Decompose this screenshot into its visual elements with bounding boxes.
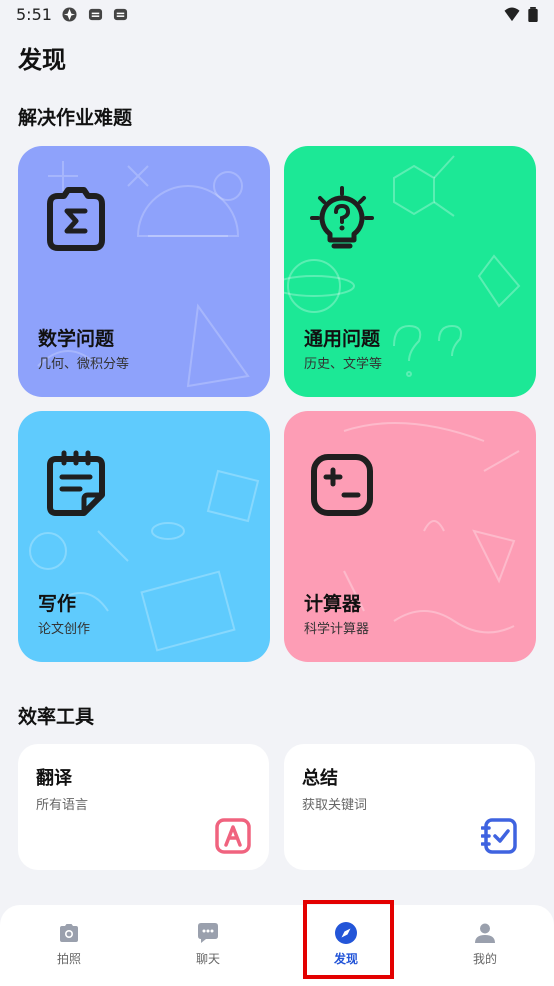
sigma-camera-icon: [47, 187, 105, 251]
notification-icon: [88, 8, 103, 21]
question-bulb-icon: [310, 186, 374, 249]
tab-camera[interactable]: 拍照: [0, 905, 138, 986]
tab-profile[interactable]: 我的: [416, 905, 554, 986]
section-title-tools: 效率工具: [18, 706, 95, 728]
general-problem-card[interactable]: 通用问题 历史、文学等: [284, 146, 536, 397]
notification-icon: [113, 8, 128, 21]
tab-chat[interactable]: 聊天: [139, 905, 277, 986]
wifi-icon: [504, 7, 520, 22]
summary-check-icon: [481, 818, 517, 854]
calculator-card[interactable]: 计算器 科学计算器: [284, 411, 536, 662]
tool-subtitle: 所有语言: [36, 798, 89, 813]
card-title: 计算器: [304, 593, 362, 615]
status-time: 5:51: [16, 5, 52, 24]
app-notification-icon: [62, 7, 77, 22]
card-title: 数学问题: [38, 328, 115, 350]
tool-title: 总结: [302, 768, 338, 789]
writing-card[interactable]: 写作 论文创作: [18, 411, 270, 662]
bottom-tab-bar: 拍照 聊天 发现 我的: [0, 905, 554, 986]
notepad-icon: [47, 450, 105, 516]
chat-icon: [198, 923, 218, 943]
card-subtitle: 科学计算器: [304, 622, 370, 637]
tab-label: 聊天: [195, 952, 220, 966]
status-bar: 5:51: [0, 0, 554, 30]
card-subtitle: 几何、微积分等: [38, 357, 130, 372]
card-subtitle: 历史、文学等: [304, 357, 383, 372]
tool-subtitle: 获取关键词: [302, 798, 368, 813]
tool-title: 翻译: [36, 768, 72, 789]
battery-icon: [528, 7, 538, 22]
card-title: 写作: [38, 593, 77, 615]
card-subtitle: 论文创作: [38, 622, 91, 637]
math-problem-card[interactable]: 数学问题 几何、微积分等: [18, 146, 270, 397]
summary-tool-card[interactable]: 总结 获取关键词: [284, 744, 535, 870]
section-title-homework: 解决作业难题: [18, 107, 133, 129]
card-title: 通用问题: [304, 328, 381, 350]
person-icon: [475, 923, 495, 943]
translate-tool-card[interactable]: 翻译 所有语言: [18, 744, 269, 870]
translate-icon: [215, 818, 251, 854]
calculator-icon: [311, 454, 373, 516]
tab-label: 我的: [472, 952, 497, 966]
tab-label: 拍照: [56, 952, 81, 966]
highlight-box: [303, 900, 394, 979]
camera-icon: [60, 924, 78, 942]
page-title: 发现: [18, 46, 66, 74]
